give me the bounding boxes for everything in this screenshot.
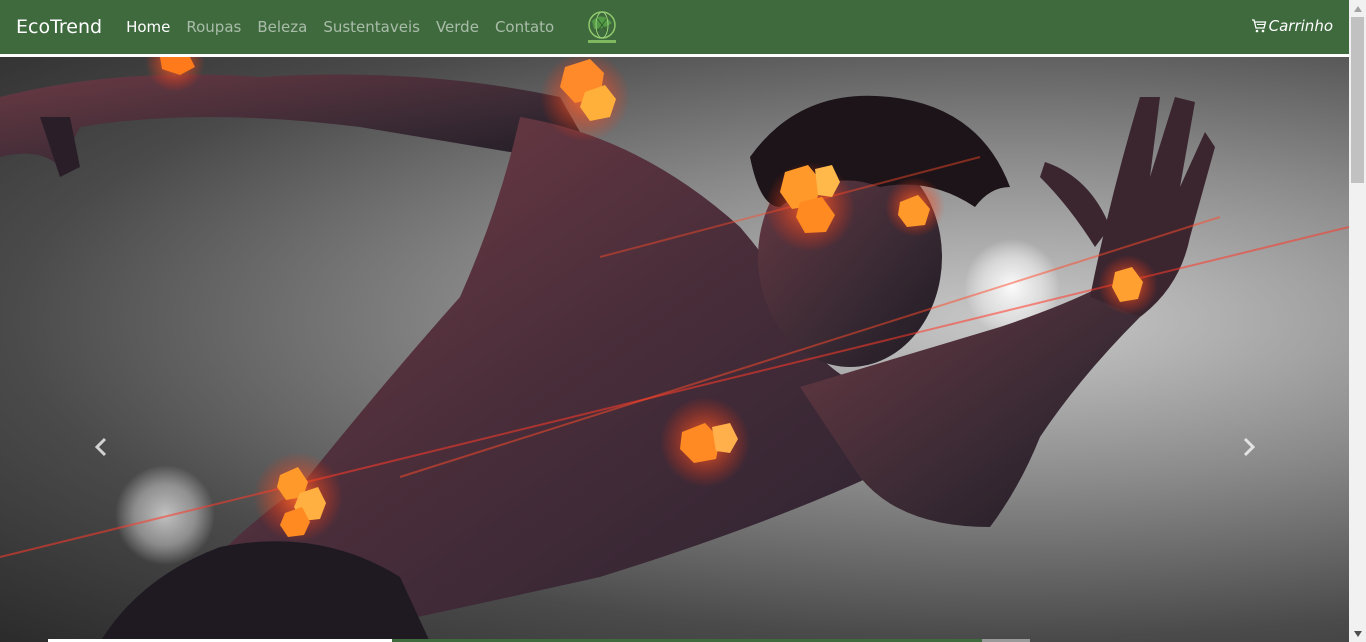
scroll-down-button[interactable] <box>1349 625 1366 642</box>
nav-link-roupas[interactable]: Roupas <box>186 18 241 36</box>
hero-carousel[interactable] <box>0 57 1349 642</box>
chevron-right-icon <box>1243 437 1256 457</box>
vertical-scrollbar[interactable] <box>1349 0 1366 642</box>
page: EcoTrend Home Roupas Beleza Sustentaveis… <box>0 0 1366 642</box>
nav-link-contato[interactable]: Contato <box>495 18 554 36</box>
ecotrend-logo-icon[interactable] <box>582 7 622 47</box>
nav-link-home[interactable]: Home <box>126 18 170 36</box>
cart-label: Carrinho <box>1268 17 1333 35</box>
nav-link-beleza[interactable]: Beleza <box>257 18 307 36</box>
top-navbar: EcoTrend Home Roupas Beleza Sustentaveis… <box>0 0 1349 54</box>
carousel-next-button[interactable] <box>1236 435 1260 459</box>
nav-links: Home Roupas Beleza Sustentaveis Verde Co… <box>126 18 570 36</box>
brand-link[interactable]: EcoTrend <box>16 16 102 38</box>
nav-link-sustentaveis[interactable]: Sustentaveis <box>323 18 420 36</box>
scroll-thumb[interactable] <box>1351 17 1364 183</box>
scroll-up-arrow-icon <box>1353 5 1362 12</box>
carousel-prev-button[interactable] <box>90 435 114 459</box>
cart-link[interactable]: Carrinho <box>1251 17 1333 35</box>
shopping-cart-icon <box>1251 19 1266 33</box>
scroll-up-button[interactable] <box>1349 0 1366 17</box>
scroll-down-arrow-icon <box>1353 630 1362 637</box>
nav-link-verde[interactable]: Verde <box>436 18 479 36</box>
chevron-left-icon <box>94 437 107 457</box>
hero-slide-image <box>0 57 1349 642</box>
